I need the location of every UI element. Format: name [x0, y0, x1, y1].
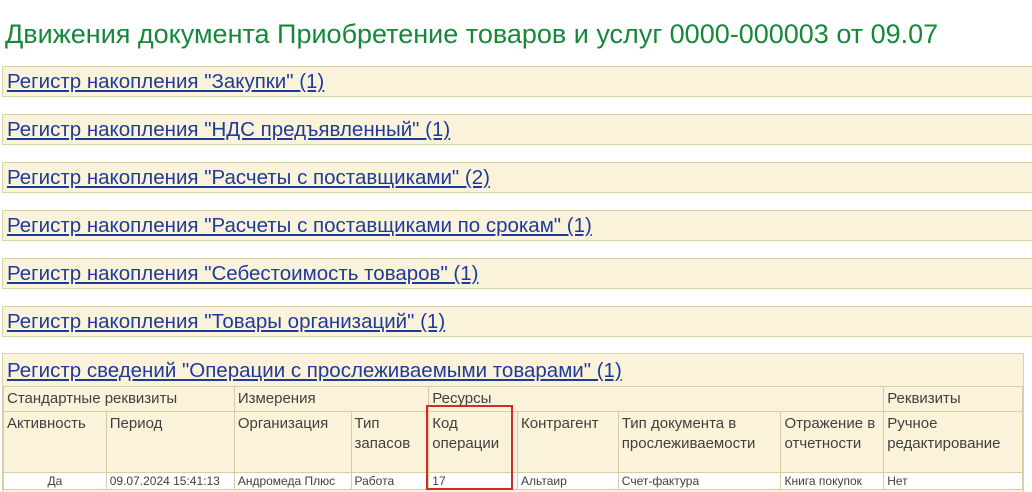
- register-link-supplier-settlements-terms[interactable]: Регистр накопления "Расчеты с поставщика…: [7, 214, 592, 238]
- register-section-supplier-settlements: Регистр накопления "Расчеты с поставщика…: [2, 162, 1032, 193]
- info-register-table: Стандартные реквизиты Измерения Ресурсы …: [3, 386, 1023, 490]
- column-header-counterparty: Контрагент: [517, 411, 619, 473]
- register-link-vat[interactable]: Регистр накопления "НДС предъявленный" (…: [7, 118, 450, 142]
- cell-organization: Андромеда Плюс: [233, 472, 352, 490]
- column-header-activity: Активность: [3, 411, 107, 473]
- register-link-supplier-settlements[interactable]: Регистр накопления "Расчеты с поставщика…: [7, 166, 490, 190]
- register-section-org-goods: Регистр накопления "Товары организаций" …: [2, 306, 1032, 337]
- info-register-link[interactable]: Регистр сведений "Операции с прослеживае…: [7, 359, 622, 383]
- cell-document-type: Счет-фактура: [617, 472, 782, 490]
- cell-counterparty: Альтаир: [517, 472, 619, 490]
- group-header-standard: Стандартные реквизиты: [3, 386, 235, 412]
- register-link-purchases[interactable]: Регистр накопления "Закупки" (1): [7, 70, 324, 94]
- cell-stock-type: Работа: [350, 472, 430, 490]
- column-header-period: Период: [105, 411, 235, 473]
- table-row: Да 09.07.2024 15:41:13 Андромеда Плюс Ра…: [3, 472, 1023, 490]
- column-header-operation-code: Код операции: [428, 411, 519, 473]
- group-header-dimensions: Измерения: [233, 386, 430, 412]
- page-title: Движения документа Приобретение товаров …: [5, 19, 939, 49]
- cell-activity: Да: [3, 472, 107, 490]
- register-section-supplier-settlements-terms: Регистр накопления "Расчеты с поставщика…: [2, 210, 1032, 241]
- group-header-resources: Ресурсы: [428, 386, 885, 412]
- register-section-purchases: Регистр накопления "Закупки" (1): [2, 66, 1032, 97]
- column-header-row: Активность Период Организация Тип запасо…: [3, 411, 1023, 473]
- column-header-stock-type: Тип запасов: [350, 411, 430, 473]
- column-header-reporting: Отражение в отчетности: [780, 411, 885, 473]
- cell-operation-code: 17: [428, 472, 519, 490]
- group-header-attributes: Реквизиты: [883, 386, 1023, 412]
- column-header-manual-edit: Ручное редактирование: [883, 411, 1023, 473]
- info-register-section: Регистр сведений "Операции с прослеживае…: [2, 353, 1024, 492]
- group-header-row: Стандартные реквизиты Измерения Ресурсы …: [3, 386, 1023, 412]
- register-link-goods-cost[interactable]: Регистр накопления "Себестоимость товаро…: [7, 262, 478, 286]
- cell-manual-edit: Нет: [883, 472, 1023, 490]
- cell-reporting: Книга покупок: [780, 472, 885, 490]
- column-header-document-type: Тип документа в прослеживаемости: [617, 411, 782, 473]
- register-section-vat: Регистр накопления "НДС предъявленный" (…: [2, 114, 1032, 145]
- column-header-organization: Организация: [233, 411, 352, 473]
- cell-period: 09.07.2024 15:41:13: [105, 472, 235, 490]
- register-link-org-goods[interactable]: Регистр накопления "Товары организаций" …: [7, 310, 445, 334]
- register-section-goods-cost: Регистр накопления "Себестоимость товаро…: [2, 258, 1032, 289]
